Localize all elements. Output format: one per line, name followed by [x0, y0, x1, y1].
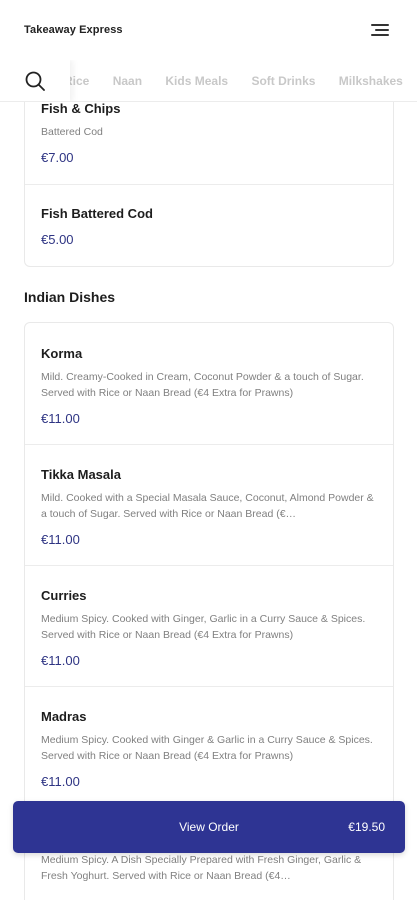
fish-menu-card: Fish & Chips Battered Cod €7.00 Fish Bat… [24, 80, 394, 267]
category-bar: Rice Naan Kids Meals Soft Drinks Milksha… [0, 60, 417, 102]
menu-item[interactable]: Tikka Masala Mild. Cooked with a Special… [25, 445, 393, 566]
item-name: Fish Battered Cod [41, 206, 153, 221]
view-order-label: View Order [179, 820, 239, 834]
search-button[interactable] [0, 60, 70, 101]
item-name: Curries [41, 588, 87, 603]
category-tab-naan[interactable]: Naan [113, 74, 142, 88]
category-tab-kids-meals[interactable]: Kids Meals [165, 74, 228, 88]
section-title: Indian Dishes [24, 289, 116, 305]
menu-item[interactable]: Curries Medium Spicy. Cooked with Ginger… [25, 566, 393, 687]
menu-item[interactable]: Korma Mild. Creamy-Cooked in Cream, Coco… [25, 323, 393, 445]
item-name: Korma [41, 346, 83, 361]
item-price: €11.00 [41, 411, 80, 426]
order-total: €19.50 [348, 820, 385, 834]
app-header: Takeaway Express [0, 0, 417, 60]
item-description: Medium Spicy. Cooked with Ginger, Garlic… [41, 613, 366, 641]
item-name: Tikka Masala [41, 467, 121, 482]
search-icon [25, 71, 45, 91]
item-description: Medium Spicy. Cooked with Ginger & Garli… [41, 734, 373, 762]
item-description: Medium Spicy. A Dish Specially Prepared … [41, 854, 362, 882]
item-description: Battered Cod [41, 126, 103, 138]
item-price: €5.00 [41, 232, 74, 247]
item-price: €11.00 [41, 532, 80, 547]
item-description: Mild. Cooked with a Special Masala Sauce… [41, 492, 374, 520]
category-tabs: Rice Naan Kids Meals Soft Drinks Milksha… [64, 74, 417, 88]
item-price: €7.00 [41, 150, 74, 165]
view-order-button[interactable]: View Order €19.50 [13, 801, 405, 853]
item-price: €11.00 [41, 774, 80, 789]
hamburger-menu-icon[interactable] [371, 22, 389, 38]
category-tab-soft-drinks[interactable]: Soft Drinks [251, 74, 315, 88]
item-description: Mild. Creamy-Cooked in Cream, Coconut Po… [41, 371, 364, 399]
item-name: Fish & Chips [41, 101, 121, 116]
item-name: Madras [41, 709, 87, 724]
item-price: €11.00 [41, 653, 80, 668]
menu-item[interactable]: Fish Battered Cod €5.00 [25, 185, 393, 266]
brand-name: Takeaway Express [24, 24, 123, 36]
menu-item[interactable]: Madras Medium Spicy. Cooked with Ginger … [25, 687, 393, 808]
category-tab-milkshakes[interactable]: Milkshakes [339, 74, 403, 88]
